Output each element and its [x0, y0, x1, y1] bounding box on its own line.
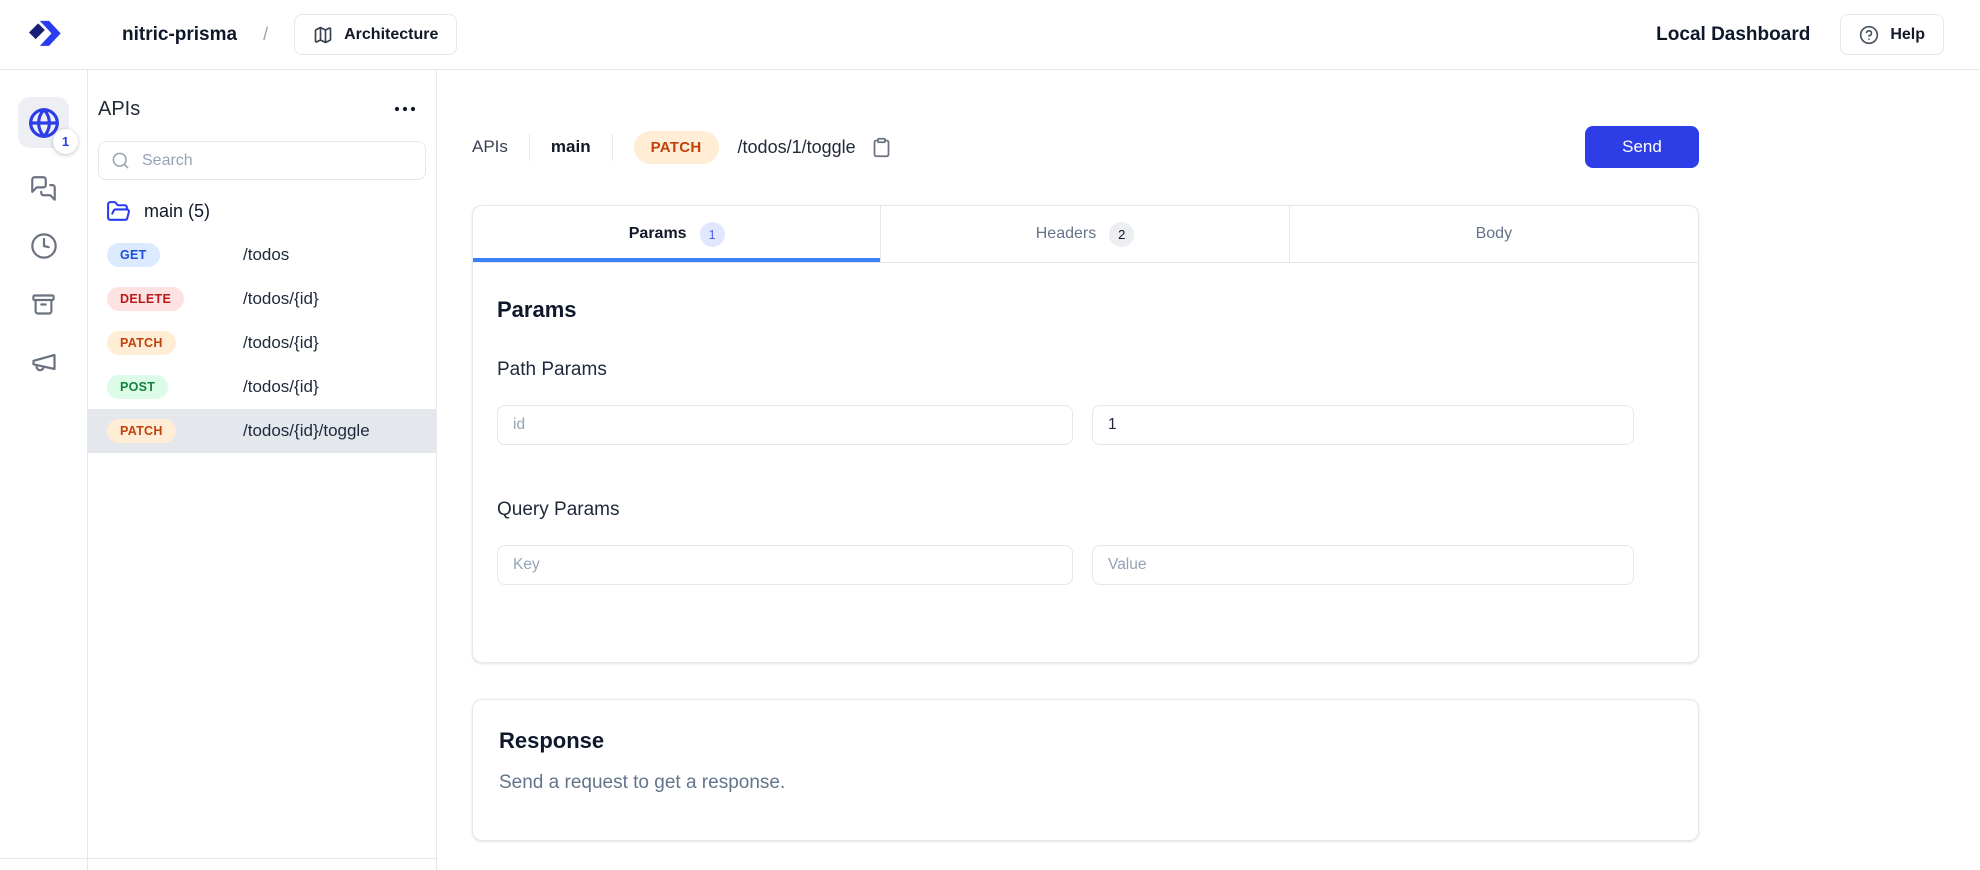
- query-params-title: Query Params: [497, 499, 1674, 521]
- sidebar: APIs main (5: [88, 70, 437, 870]
- tab-headers[interactable]: Headers 2: [881, 206, 1289, 262]
- architecture-label: Architecture: [344, 26, 438, 44]
- params-section-title: Params: [497, 297, 1674, 323]
- folder-open-icon: [106, 199, 131, 224]
- endpoint-path: /todos/{id}: [243, 333, 319, 353]
- clipboard-icon: [871, 137, 892, 158]
- help-circle-icon: [1859, 25, 1879, 45]
- response-title: Response: [499, 728, 1672, 754]
- query-param-row: [497, 545, 1674, 585]
- sidebar-title: APIs: [98, 98, 140, 121]
- architecture-button[interactable]: Architecture: [294, 14, 457, 55]
- api-group-main[interactable]: main (5): [88, 189, 436, 233]
- request-path: /todos/1/toggle: [738, 137, 856, 158]
- method-badge: PATCH: [107, 331, 176, 355]
- breadcrumb-divider: [529, 134, 530, 161]
- path-param-row: [497, 405, 1674, 445]
- path-param-value-input[interactable]: [1092, 405, 1634, 445]
- megaphone-icon: [30, 348, 58, 376]
- tab-label: Params: [629, 225, 687, 243]
- path-param-key-input[interactable]: [497, 405, 1073, 445]
- request-tabs: Params 1 Headers 2 Body: [473, 206, 1698, 263]
- endpoint-list: GET /todos DELETE /todos/{id} PATCH /tod…: [88, 233, 436, 453]
- method-badge: GET: [107, 243, 160, 267]
- method-badge: DELETE: [107, 287, 184, 311]
- clock-icon: [30, 232, 58, 260]
- chat-bubbles-icon: [30, 175, 57, 202]
- request-card: Params 1 Headers 2 Body Params Path Para…: [472, 205, 1699, 663]
- endpoint-patch-todo-toggle[interactable]: PATCH /todos/{id}/toggle: [88, 409, 436, 453]
- apis-count-badge: 1: [53, 129, 78, 154]
- request-method-badge: PATCH: [634, 131, 719, 164]
- tab-label: Headers: [1036, 225, 1096, 243]
- archive-box-icon: [30, 291, 57, 318]
- tab-label: Body: [1476, 225, 1512, 243]
- copy-path-button[interactable]: [869, 135, 894, 160]
- dashboard-title: Local Dashboard: [1656, 24, 1810, 46]
- map-icon: [313, 25, 333, 45]
- tab-params[interactable]: Params 1: [473, 206, 881, 262]
- response-empty-message: Send a request to get a response.: [499, 772, 1672, 794]
- rail-item-storage[interactable]: [26, 286, 62, 322]
- headers-count-badge: 2: [1109, 222, 1134, 247]
- app-header: nitric-prisma / Architecture Local Dashb…: [0, 0, 1980, 70]
- response-card: Response Send a request to get a respons…: [472, 699, 1699, 841]
- nitric-logo[interactable]: [0, 15, 88, 55]
- icon-rail: 1: [0, 70, 88, 870]
- breadcrumb-api: main: [551, 137, 591, 157]
- ellipsis-icon: [394, 105, 416, 113]
- endpoint-path: /todos: [243, 245, 289, 265]
- method-badge: POST: [107, 375, 168, 399]
- endpoint-get-todos[interactable]: GET /todos: [88, 233, 436, 277]
- send-button[interactable]: Send: [1585, 126, 1699, 168]
- endpoint-path: /todos/{id}: [243, 377, 319, 397]
- breadcrumb-root: APIs: [472, 137, 508, 157]
- api-group-label: main (5): [144, 201, 210, 222]
- breadcrumb-divider: [612, 134, 613, 161]
- endpoint-path: /todos/{id}/toggle: [243, 421, 370, 441]
- endpoint-delete-todo[interactable]: DELETE /todos/{id}: [88, 277, 436, 321]
- project-name: nitric-prisma: [122, 24, 237, 46]
- rail-item-apis[interactable]: 1: [18, 97, 69, 148]
- search-icon: [111, 151, 130, 170]
- breadcrumb-separator: /: [263, 24, 268, 45]
- query-param-value-input[interactable]: [1092, 545, 1634, 585]
- path-params-title: Path Params: [497, 359, 1674, 381]
- tab-body[interactable]: Body: [1290, 206, 1698, 262]
- sidebar-bottom-divider: [0, 858, 438, 859]
- endpoint-patch-todo[interactable]: PATCH /todos/{id}: [88, 321, 436, 365]
- main-content: APIs main PATCH /todos/1/toggle Send Par…: [437, 70, 1980, 870]
- query-param-key-input[interactable]: [497, 545, 1073, 585]
- help-button[interactable]: Help: [1840, 14, 1944, 55]
- endpoint-post-todo[interactable]: POST /todos/{id}: [88, 365, 436, 409]
- nitric-logo-icon: [24, 15, 64, 55]
- search-input[interactable]: [140, 151, 413, 171]
- rail-item-topics[interactable]: [26, 344, 62, 380]
- rail-item-websockets[interactable]: [26, 170, 62, 206]
- search-box: [98, 141, 426, 180]
- help-label: Help: [1890, 26, 1925, 44]
- method-badge: PATCH: [107, 419, 176, 443]
- request-bar: APIs main PATCH /todos/1/toggle Send: [472, 126, 1699, 168]
- rail-item-schedules[interactable]: [26, 228, 62, 264]
- endpoint-path: /todos/{id}: [243, 289, 319, 309]
- sidebar-menu-button[interactable]: [390, 101, 420, 117]
- params-count-badge: 1: [700, 222, 725, 247]
